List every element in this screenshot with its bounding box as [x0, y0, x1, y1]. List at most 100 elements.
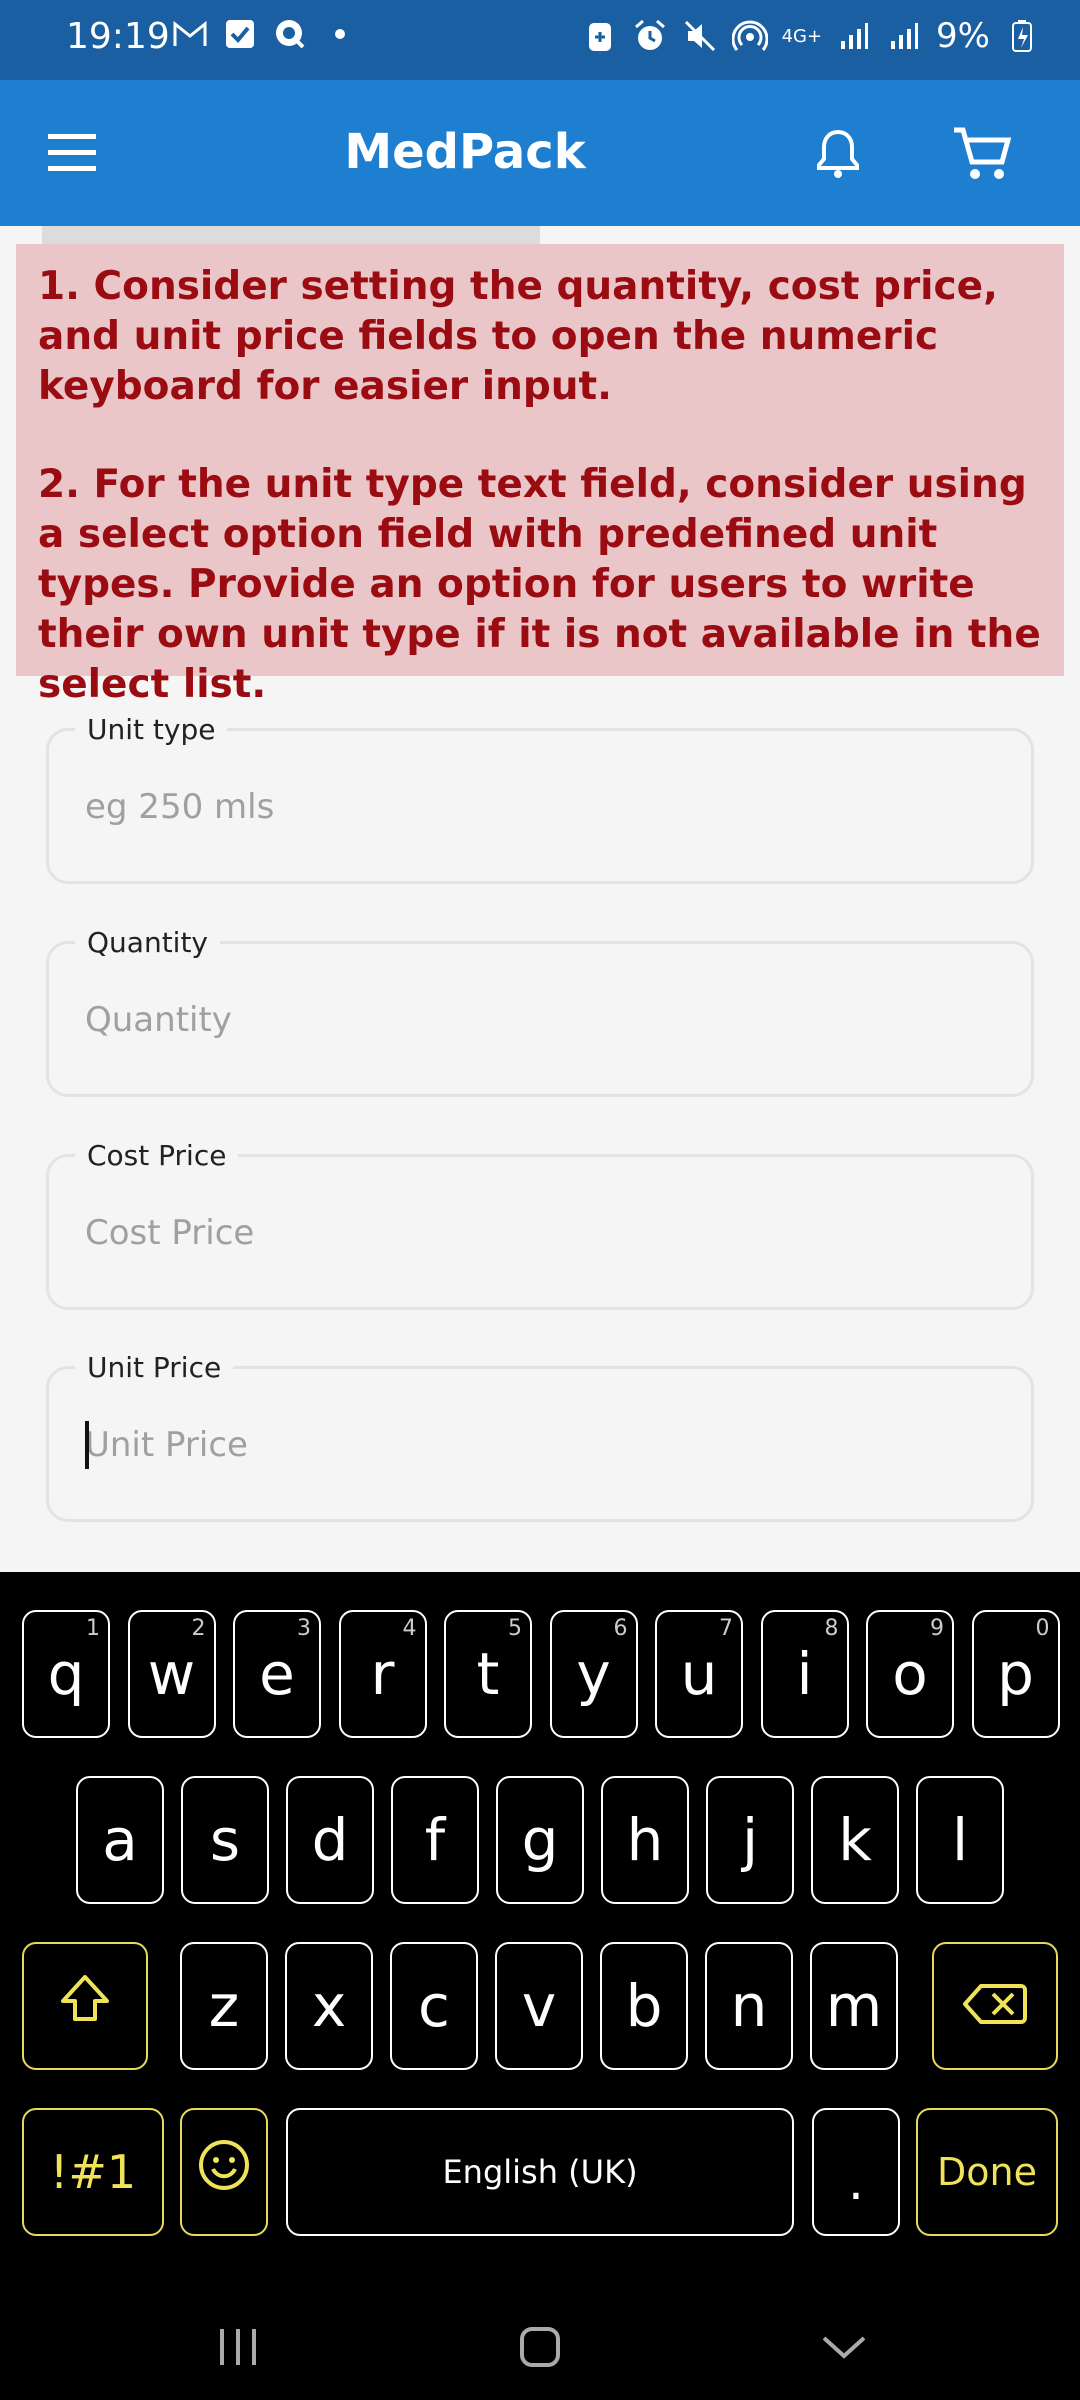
key-a[interactable]: a: [76, 1776, 164, 1904]
symbols-label: !#1: [49, 2145, 137, 2199]
cost-price-label: Cost Price: [75, 1139, 239, 1172]
key-number-hint: 7: [719, 1616, 733, 1641]
key-number-hint: 0: [1035, 1616, 1050, 1641]
key-label: i: [796, 1640, 813, 1708]
app-title: MedPack: [344, 124, 586, 180]
key-n[interactable]: n: [705, 1942, 793, 2070]
key-w[interactable]: w2: [127, 1610, 216, 1738]
cart-icon[interactable]: [950, 124, 1014, 184]
key-label: c: [418, 1972, 450, 2040]
period-key[interactable]: .: [812, 2108, 900, 2236]
home-icon[interactable]: [500, 2312, 580, 2382]
key-q[interactable]: q1: [22, 1610, 110, 1738]
key-label: y: [576, 1640, 611, 1708]
dot-icon: [322, 16, 358, 52]
key-number-hint: 6: [613, 1616, 628, 1641]
battery-icon: [1004, 18, 1040, 54]
key-i[interactable]: i8: [760, 1610, 849, 1738]
key-number-hint: 3: [297, 1616, 311, 1641]
recents-icon[interactable]: [198, 2312, 278, 2382]
key-label: d: [311, 1806, 349, 1874]
key-e[interactable]: e3: [233, 1610, 321, 1738]
key-label: p: [997, 1640, 1034, 1708]
backspace-icon: [963, 1972, 1027, 2040]
cost-price-field: Cost Price: [46, 1139, 1034, 1310]
key-label: r: [370, 1640, 395, 1708]
unit-type-label: Unit type: [75, 713, 228, 746]
key-label: k: [838, 1806, 872, 1874]
emoji-key[interactable]: [180, 2108, 268, 2236]
quantity-field: Quantity: [46, 926, 1034, 1097]
battery-level: 9%: [936, 16, 990, 56]
unit-price-label: Unit Price: [75, 1351, 234, 1384]
space-key[interactable]: English (UK): [286, 2108, 794, 2236]
key-number-hint: 4: [402, 1616, 417, 1641]
key-p[interactable]: p0: [971, 1610, 1060, 1738]
key-label: n: [730, 1972, 768, 2040]
key-k[interactable]: k: [811, 1776, 899, 1904]
key-label: x: [311, 1972, 347, 2040]
key-f[interactable]: f: [391, 1776, 479, 1904]
key-label: l: [951, 1806, 969, 1874]
key-label: h: [626, 1806, 664, 1874]
key-label: u: [680, 1640, 718, 1708]
key-o[interactable]: o9: [866, 1610, 954, 1738]
done-label: Done: [937, 2150, 1037, 2194]
shift-icon: [57, 1971, 113, 2041]
app-bar: MedPack: [0, 80, 1080, 226]
unit-price-input[interactable]: [83, 1409, 987, 1481]
network-type: 4G+: [781, 25, 823, 47]
check-icon: [222, 16, 258, 52]
key-label: q: [47, 1640, 85, 1708]
gmail-icon: [172, 16, 208, 52]
key-u[interactable]: u7: [655, 1610, 743, 1738]
key-t[interactable]: t5: [444, 1610, 532, 1738]
key-b[interactable]: b: [600, 1942, 688, 2070]
hide-keyboard-icon[interactable]: [804, 2312, 884, 2382]
key-label: e: [259, 1640, 295, 1708]
key-c[interactable]: c: [390, 1942, 478, 2070]
key-label: f: [424, 1806, 446, 1874]
quantity-input[interactable]: [83, 984, 987, 1056]
period-label: .: [848, 2153, 864, 2211]
hotspot-icon: [731, 18, 768, 54]
symbols-key[interactable]: !#1: [22, 2108, 164, 2236]
key-label: v: [521, 1972, 557, 2040]
key-m[interactable]: m: [810, 1942, 898, 2070]
key-y[interactable]: y6: [549, 1610, 638, 1738]
key-label: s: [209, 1806, 241, 1874]
space-label: English (UK): [442, 2153, 638, 2191]
key-v[interactable]: v: [495, 1942, 583, 2070]
quantity-label: Quantity: [75, 926, 220, 959]
key-number-hint: 9: [930, 1616, 944, 1641]
navigation-bar: [0, 2292, 1080, 2400]
key-label: m: [825, 1972, 883, 2040]
shift-key[interactable]: [22, 1942, 148, 2070]
key-l[interactable]: l: [916, 1776, 1004, 1904]
key-g[interactable]: g: [496, 1776, 584, 1904]
key-label: w: [147, 1640, 196, 1708]
scroll-indicator: [42, 226, 540, 244]
cost-price-input[interactable]: [83, 1197, 987, 1269]
status-time: 19:19: [66, 16, 170, 57]
unit-price-field: Unit Price: [46, 1351, 1034, 1522]
key-x[interactable]: x: [285, 1942, 373, 2070]
key-number-hint: 1: [86, 1616, 100, 1641]
backspace-key[interactable]: [932, 1942, 1058, 2070]
key-j[interactable]: j: [706, 1776, 794, 1904]
unit-type-input[interactable]: [83, 771, 987, 843]
key-number-hint: 5: [508, 1616, 522, 1641]
key-label: z: [208, 1972, 240, 2040]
key-label: b: [625, 1972, 663, 2040]
signal-icon: [836, 18, 872, 54]
key-z[interactable]: z: [180, 1942, 268, 2070]
key-s[interactable]: s: [181, 1776, 269, 1904]
signal2-icon: [886, 18, 922, 54]
key-label: t: [476, 1640, 500, 1708]
key-r[interactable]: r4: [338, 1610, 427, 1738]
emoji-icon: [197, 2138, 251, 2206]
key-d[interactable]: d: [286, 1776, 374, 1904]
done-key[interactable]: Done: [916, 2108, 1058, 2236]
bell-icon[interactable]: [808, 124, 868, 184]
key-h[interactable]: h: [601, 1776, 689, 1904]
